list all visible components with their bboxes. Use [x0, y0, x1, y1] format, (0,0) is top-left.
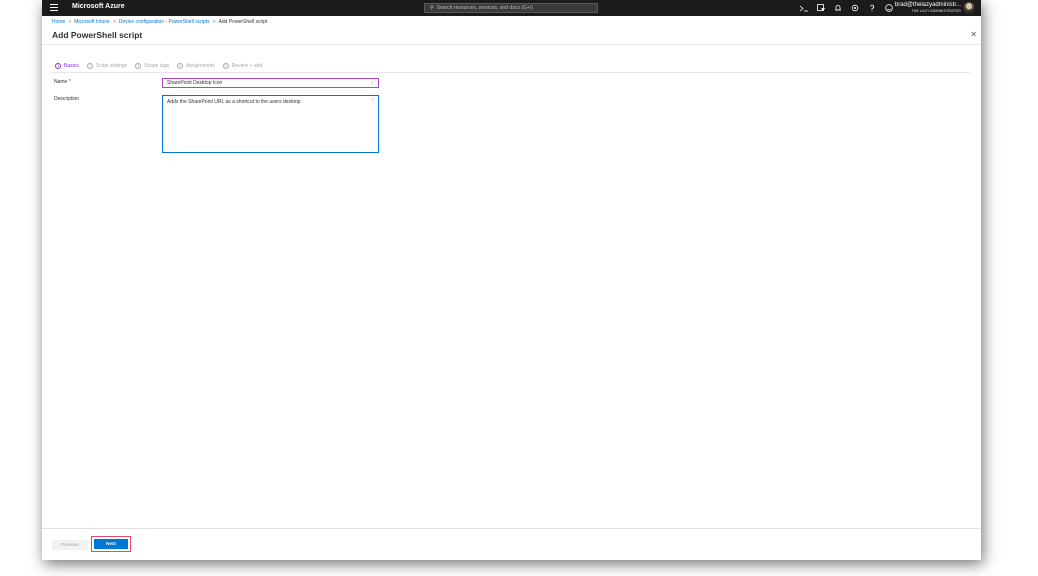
cloud-shell-icon[interactable] [799, 3, 809, 13]
avatar[interactable] [963, 2, 975, 14]
name-label-text: Name [54, 79, 68, 85]
hamburger-icon[interactable] [50, 2, 58, 13]
next-button[interactable]: Next [94, 539, 128, 549]
description-field-value: Adds the SharePoint URL as a shortcut to… [167, 99, 301, 105]
name-label: Name * [54, 79, 71, 85]
tab-assignments[interactable]: 4 Assignments [177, 61, 215, 70]
step-label: Assignments [186, 62, 215, 69]
breadcrumb: Home > Microsoft Intune > Device configurati… [52, 19, 267, 25]
page-title: Add PowerShell script [52, 30, 143, 40]
tab-basics[interactable]: 1 Basics [53, 61, 81, 73]
portal-window: Microsoft Azure ⚲ Search resources, servi… [42, 0, 981, 560]
step-number: 2 [86, 62, 93, 69]
step-label: Basics [64, 62, 79, 69]
breadcrumb-intune[interactable]: Microsoft Intune [74, 19, 110, 25]
breadcrumb-device-configuration[interactable]: Device configuration - PowerShell script… [119, 19, 210, 25]
search-input[interactable]: ⚲ Search resources, services, and docs (G… [424, 3, 598, 13]
step-label: Scope tags [144, 62, 170, 69]
account-menu[interactable]: brad@thelazyadministr... THE LAZY ADMINI… [889, 1, 975, 14]
required-mark: * [68, 79, 71, 85]
previous-button[interactable]: Previous [52, 540, 88, 550]
divider [42, 44, 981, 45]
name-field[interactable]: SharePoint Desktop Icon ✓ [162, 78, 379, 88]
tab-script-settings[interactable]: 2 Script settings [86, 61, 128, 70]
tab-review-add[interactable]: 5 Review + add [222, 61, 263, 70]
brand-name[interactable]: Microsoft Azure [72, 3, 125, 10]
search-icon: ⚲ [430, 5, 434, 11]
breadcrumb-separator: > [112, 19, 116, 25]
step-label: Review + add [231, 62, 263, 69]
directory-filter-icon[interactable] [816, 3, 826, 13]
breadcrumb-separator: > [212, 19, 216, 25]
checkmark-icon: ✓ [370, 80, 375, 86]
description-label: Description [54, 96, 80, 102]
settings-icon[interactable] [850, 3, 860, 13]
search-placeholder: Search resources, services, and docs (G+… [436, 5, 533, 11]
account-org: THE LAZY ADMINISTRATOR [911, 9, 961, 13]
step-number: 5 [222, 62, 229, 69]
step-number: 1 [55, 62, 61, 69]
account-name: brad@thelazyadministr... [894, 2, 961, 8]
divider [52, 72, 970, 73]
breadcrumb-separator: > [68, 19, 72, 25]
breadcrumb-current: Add PowerShell script [218, 19, 268, 25]
step-number: 3 [135, 62, 142, 69]
top-bar: Microsoft Azure ⚲ Search resources, servi… [42, 0, 981, 16]
notifications-icon[interactable] [833, 3, 843, 13]
close-icon[interactable]: ✕ [970, 30, 977, 39]
breadcrumb-home[interactable]: Home [52, 19, 65, 25]
help-icon[interactable] [867, 3, 877, 13]
divider [42, 528, 981, 529]
name-field-value: SharePoint Desktop Icon [167, 80, 223, 86]
description-field[interactable]: Adds the SharePoint URL as a shortcut to… [162, 95, 379, 153]
wizard-steps: 1 Basics 2 Script settings 3 Scope tags 4 As… [53, 61, 270, 73]
tab-scope-tags[interactable]: 3 Scope tags [135, 61, 169, 70]
checkmark-icon: ✓ [370, 97, 375, 103]
step-label: Script settings [95, 62, 128, 69]
step-number: 4 [177, 62, 184, 69]
